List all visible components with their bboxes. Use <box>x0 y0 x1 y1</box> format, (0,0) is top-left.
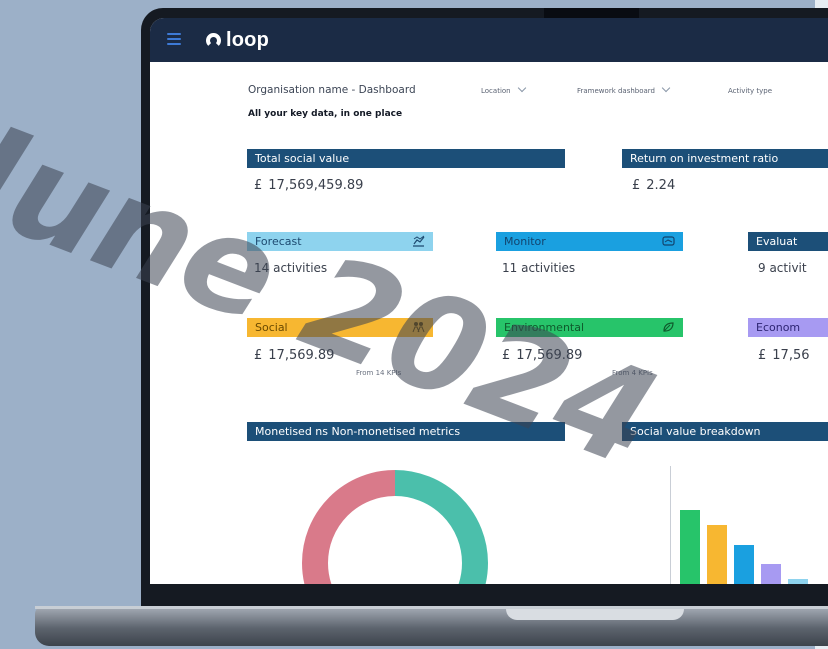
social-header[interactable]: Social <box>247 318 433 337</box>
total-social-value-header: Total social value <box>247 149 565 168</box>
bar-chart-header: Social value breakdown <box>622 422 828 441</box>
leaf-icon <box>663 322 674 332</box>
total-social-value: £17,569,459.89 <box>254 178 363 193</box>
people-icon <box>412 322 425 333</box>
bar-chart-bar <box>788 579 808 584</box>
logo-ring-icon <box>206 32 221 48</box>
framework-filter[interactable]: Framework dashboard <box>577 83 671 95</box>
monitor-icon <box>662 236 675 246</box>
economic-amount: 17,56 <box>772 348 810 363</box>
currency-symbol: £ <box>254 178 263 193</box>
bar-chart <box>678 486 828 584</box>
logo-text: loop <box>226 28 270 51</box>
environmental-kpi-note: From 4 KPIs <box>612 369 653 377</box>
page-subtitle: All your key data, in one place <box>248 109 403 119</box>
economic-value: £17,56 <box>758 348 810 363</box>
roi-value: £2.24 <box>632 178 675 193</box>
bar-chart-bar <box>707 525 727 584</box>
laptop-open-notch <box>506 609 684 620</box>
laptop-base-edge <box>35 606 828 609</box>
monitor-count: 11 activities <box>502 261 576 275</box>
monitor-header[interactable]: Monitor <box>496 232 683 251</box>
roi-header: Return on investment ratio <box>622 149 828 168</box>
social-kpi-note: From 14 KPIs <box>356 369 402 377</box>
environmental-header[interactable]: Environmental <box>496 318 683 337</box>
evaluate-header[interactable]: Evaluat <box>748 232 828 251</box>
location-filter[interactable]: Location <box>481 83 526 95</box>
dashboard-screen: loop Organisation name - Dashboard All y… <box>150 18 828 584</box>
environmental-value: £17,569.89 <box>502 348 582 363</box>
currency-symbol: £ <box>502 348 511 363</box>
loop-logo[interactable]: loop <box>206 28 269 52</box>
bar-chart-bar <box>761 564 781 584</box>
activity-type-filter[interactable]: Activity type <box>728 87 772 95</box>
environmental-label: Environmental <box>504 321 585 334</box>
social-label: Social <box>255 321 288 334</box>
social-value: £17,569.89 <box>254 348 334 363</box>
forecast-header[interactable]: Forecast <box>247 232 433 251</box>
bar-chart-bar <box>680 510 700 584</box>
currency-symbol: £ <box>758 348 767 363</box>
environmental-amount: 17,569.89 <box>516 348 583 363</box>
donut-slice <box>394 470 488 584</box>
evaluate-count: 9 activit <box>758 261 807 275</box>
donut-chart-header: Monetised ns Non-monetised metrics <box>247 422 565 441</box>
chart-icon <box>413 235 425 247</box>
hamburger-menu-icon[interactable] <box>167 33 181 45</box>
laptop-base <box>35 606 828 646</box>
total-social-value-amount: 17,569,459.89 <box>268 178 364 193</box>
currency-symbol: £ <box>632 178 641 193</box>
bar-chart-bar <box>734 545 754 584</box>
bar-chart-axis <box>670 466 671 584</box>
currency-symbol: £ <box>254 348 263 363</box>
page-title: Organisation name - Dashboard <box>248 84 416 96</box>
social-amount: 17,569.89 <box>268 348 335 363</box>
framework-filter-label: Framework dashboard <box>577 87 656 95</box>
activity-type-filter-label: Activity type <box>728 87 773 95</box>
donut-slice <box>302 470 396 584</box>
forecast-label: Forecast <box>255 235 302 248</box>
top-bar: loop <box>150 18 828 62</box>
chevron-down-icon <box>517 83 526 93</box>
forecast-count: 14 activities <box>254 261 328 275</box>
economic-label: Econom <box>756 321 801 334</box>
location-filter-label: Location <box>481 87 511 95</box>
roi-amount: 2.24 <box>646 178 676 193</box>
economic-header[interactable]: Econom <box>748 318 828 337</box>
donut-chart <box>302 470 488 584</box>
chevron-down-icon <box>661 83 671 93</box>
evaluate-label: Evaluat <box>756 235 798 248</box>
monitor-label: Monitor <box>504 235 546 248</box>
